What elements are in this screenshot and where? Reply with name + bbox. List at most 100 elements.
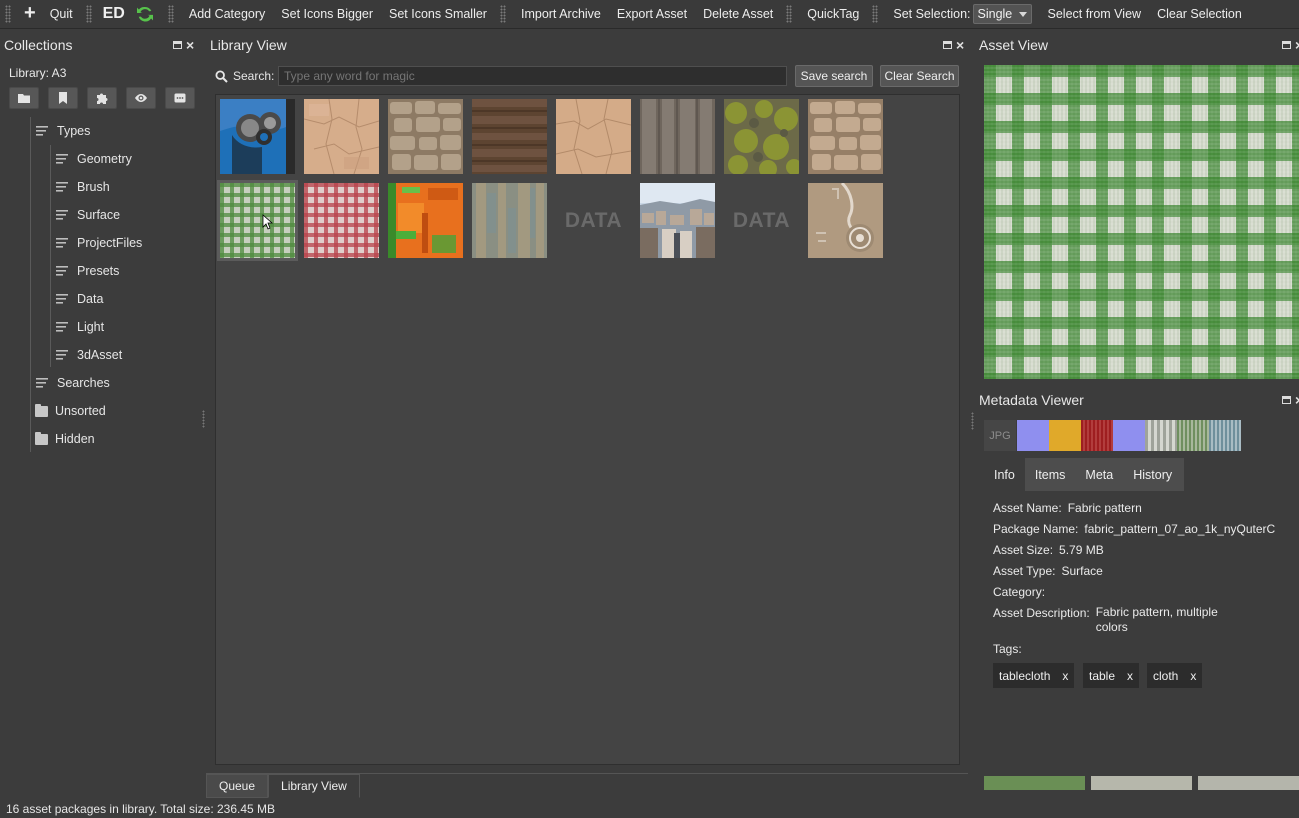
tab-items[interactable]: Items [1025, 458, 1076, 491]
delete-asset-button[interactable]: Delete Asset [695, 2, 781, 26]
tag-label: cloth [1153, 668, 1179, 683]
add-category-button[interactable]: Add Category [181, 2, 273, 26]
tree-item-surface[interactable]: Surface [56, 201, 120, 229]
meta-key: Category: [993, 585, 1046, 599]
toolbar-grip[interactable] [85, 5, 92, 23]
maximize-icon[interactable] [173, 41, 182, 49]
tag-chip[interactable]: tablecloth x [993, 663, 1075, 688]
panel-splitter[interactable] [202, 410, 205, 428]
export-asset-button[interactable]: Export Asset [609, 2, 695, 26]
remove-tag-icon[interactable]: x [1127, 669, 1133, 683]
close-icon[interactable]: × [1295, 393, 1299, 407]
tab-info[interactable]: Info [984, 458, 1025, 491]
tree-item-label: Surface [77, 208, 121, 222]
color-bar [984, 776, 1085, 790]
asset-thumbnail[interactable] [808, 183, 883, 258]
bookmark-icon[interactable] [48, 87, 78, 109]
puzzle-icon[interactable] [87, 87, 117, 109]
data-placeholder-tile[interactable]: DATA [724, 183, 799, 258]
more-icon[interactable] [165, 87, 195, 109]
clear-search-button[interactable]: Clear Search [880, 65, 959, 87]
quit-button[interactable]: Quit [42, 2, 81, 26]
tree-item-types[interactable]: Types [36, 117, 90, 145]
tag-chip[interactable]: table x [1083, 663, 1140, 688]
tree-item-3dasset[interactable]: 3dAsset [56, 341, 122, 369]
remove-tag-icon[interactable]: x [1190, 669, 1196, 683]
asset-thumbnail[interactable] [808, 99, 883, 174]
tab-history[interactable]: History [1123, 458, 1182, 491]
list-icon [56, 181, 69, 193]
color-swatch[interactable] [1081, 420, 1113, 451]
asset-thumbnail[interactable] [640, 183, 715, 258]
tree-item-hidden[interactable]: Hidden [35, 425, 95, 453]
folder-icon[interactable] [9, 87, 39, 109]
close-icon[interactable]: × [956, 38, 964, 52]
tab-library-view[interactable]: Library View [268, 774, 360, 798]
color-swatch[interactable] [1177, 420, 1209, 451]
save-search-button[interactable]: Save search [795, 65, 873, 87]
asset-thumbnail[interactable] [220, 99, 295, 174]
panel-splitter[interactable] [971, 412, 974, 430]
search-input[interactable] [278, 66, 787, 86]
color-swatch[interactable] [1145, 420, 1177, 451]
asset-thumbnail[interactable] [640, 99, 715, 174]
tree-item-projectfiles[interactable]: ProjectFiles [56, 229, 142, 257]
toolbar-grip[interactable] [786, 5, 793, 23]
meta-category: Category: [993, 585, 1051, 599]
metadata-viewer-title: Metadata Viewer [979, 392, 1084, 408]
tree-item-light[interactable]: Light [56, 313, 104, 341]
asset-thumbnail[interactable] [472, 99, 547, 174]
tree-item-data[interactable]: Data [56, 285, 103, 313]
color-swatch[interactable] [1049, 420, 1081, 451]
asset-thumbnail[interactable] [388, 99, 463, 174]
maximize-icon[interactable] [1282, 41, 1291, 49]
asset-thumbnail[interactable] [304, 183, 379, 258]
tree-item-unsorted[interactable]: Unsorted [35, 397, 106, 425]
eye-icon[interactable] [126, 87, 156, 109]
description-line: Fabric pattern, multiple [1095, 605, 1218, 619]
refresh-icon[interactable] [129, 2, 163, 26]
tag-chip[interactable]: cloth x [1147, 663, 1203, 688]
tree-item-searches[interactable]: Searches [36, 369, 110, 397]
asset-thumbnail[interactable] [304, 99, 379, 174]
toolbar-grip[interactable] [499, 5, 506, 23]
select-from-view-button[interactable]: Select from View [1040, 2, 1150, 26]
tab-queue[interactable]: Queue [206, 774, 269, 798]
tab-meta[interactable]: Meta [1075, 458, 1123, 491]
color-swatch[interactable] [1017, 420, 1049, 451]
ed-button[interactable]: ED [99, 2, 129, 26]
asset-thumbnail[interactable] [472, 183, 547, 258]
tag-label: tablecloth [999, 668, 1051, 683]
tree-item-label: 3dAsset [77, 348, 123, 362]
set-icons-smaller-button[interactable]: Set Icons Smaller [381, 2, 495, 26]
tree-item-geometry[interactable]: Geometry [56, 145, 132, 173]
toolbar-grip[interactable] [872, 5, 879, 23]
list-icon [56, 293, 69, 305]
search-icon [215, 69, 228, 83]
color-swatch[interactable] [1209, 420, 1241, 451]
set-icons-bigger-button[interactable]: Set Icons Bigger [273, 2, 381, 26]
maximize-icon[interactable] [943, 41, 952, 49]
close-icon[interactable]: × [186, 38, 194, 52]
remove-tag-icon[interactable]: x [1062, 669, 1068, 683]
meta-value: Fabric pattern [1067, 501, 1142, 515]
data-placeholder-tile[interactable]: DATA [556, 183, 631, 258]
asset-thumbnail-selected[interactable] [217, 180, 298, 261]
add-icon[interactable]: + [18, 2, 42, 26]
maximize-icon[interactable] [1282, 396, 1291, 404]
asset-thumbnail[interactable] [556, 99, 631, 174]
list-icon [56, 153, 69, 165]
asset-thumbnail[interactable] [388, 183, 463, 258]
folder-icon [35, 403, 48, 417]
toolbar-grip[interactable] [167, 5, 174, 23]
tree-item-brush[interactable]: Brush [56, 173, 110, 201]
close-icon[interactable]: × [1295, 38, 1299, 52]
color-swatch[interactable] [1113, 420, 1145, 451]
selection-mode-select[interactable]: Single [972, 4, 1032, 24]
tree-item-presets[interactable]: Presets [56, 257, 119, 285]
quicktag-button[interactable]: QuickTag [799, 2, 867, 26]
clear-selection-button[interactable]: Clear Selection [1149, 2, 1250, 26]
import-archive-button[interactable]: Import Archive [513, 2, 609, 26]
asset-thumbnail[interactable] [724, 99, 799, 174]
toolbar-grip[interactable] [5, 5, 11, 23]
